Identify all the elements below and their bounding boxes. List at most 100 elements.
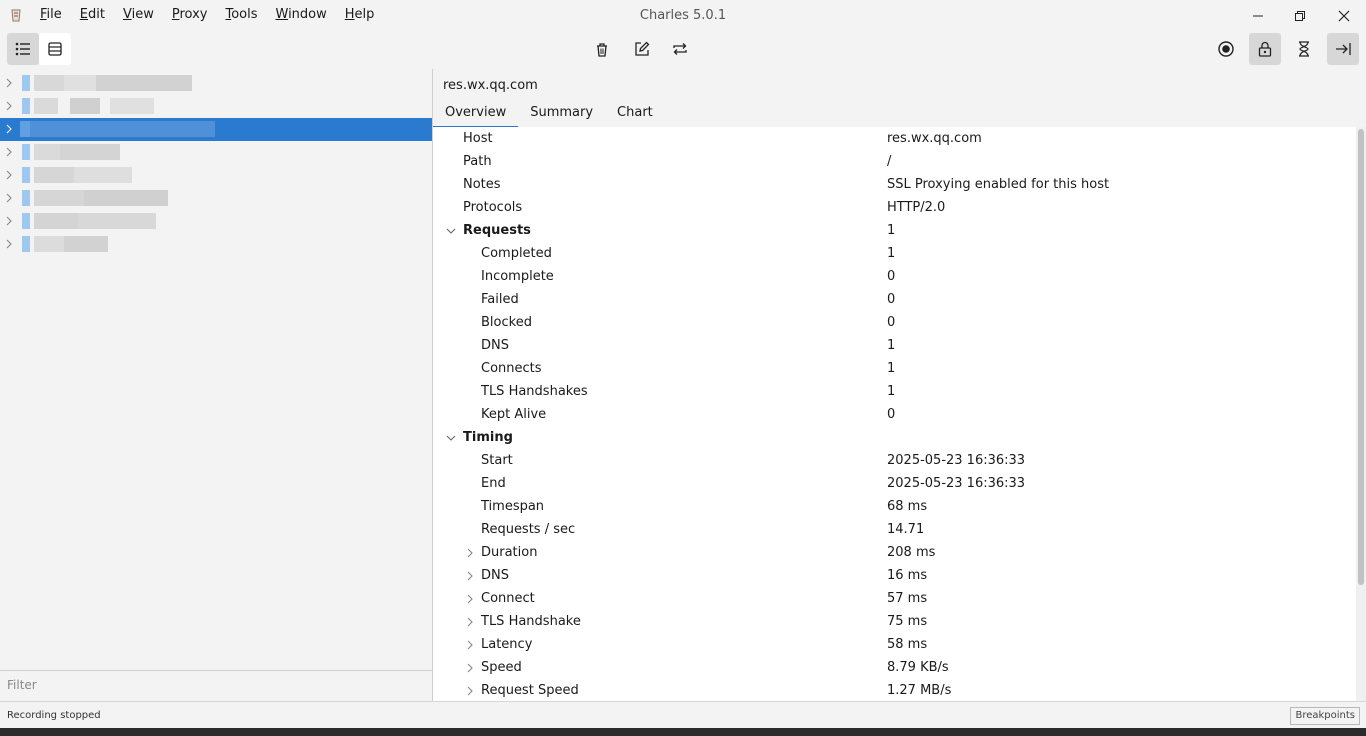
expand-chevron-icon[interactable] [4,215,14,227]
row-value: 75 ms [887,614,928,629]
overview-row: DNS 1 [433,335,1356,358]
menu-edit[interactable]: Edit [80,7,105,22]
trash-icon [597,42,607,57]
minimize-icon [1253,15,1263,16]
collapse-panel-button[interactable] [1327,33,1359,65]
close-button[interactable] [1322,0,1366,31]
overview-table: Host res.wx.qq.com Path / Notes SSL Proxying … [433,127,1356,701]
throttle-hourglass-icon [1299,41,1309,57]
expand-chevron-icon[interactable] [4,100,14,112]
redacted-host-block [22,236,30,252]
close-icon [1338,10,1350,21]
menu-proxy[interactable]: Proxy [172,7,208,22]
redacted-host-block [110,98,154,114]
menu-help[interactable]: Help [345,7,375,22]
row-value: 1.27 MB/s [887,683,952,698]
os-taskbar [0,728,1366,736]
expand-chevron-icon[interactable] [465,571,475,581]
row-label: Host [463,131,493,146]
menu-mnemonic: V [122,7,132,22]
tree-host-row[interactable] [0,72,432,95]
row-label: TLS Handshake [481,614,581,629]
clear-session-button[interactable] [586,33,618,65]
vertical-scrollbar[interactable] [1356,127,1366,701]
row-value: 1 [887,223,896,238]
row-value: 57 ms [887,591,928,606]
overview-row: DNS 16 ms [433,565,1356,588]
overview-row: Failed 0 [433,289,1356,312]
row-label: Requests / sec [481,522,576,537]
expand-chevron-icon[interactable] [4,192,14,204]
row-value: 58 ms [887,637,928,652]
tab-overview[interactable]: Overview [433,102,519,128]
tree-host-row[interactable] [0,118,432,141]
restore-button[interactable] [1278,0,1322,31]
collapse-chevron-icon[interactable] [446,226,456,236]
expand-chevron-icon[interactable] [4,238,14,250]
row-label: Request Speed [481,683,579,698]
row-label: Completed [481,246,552,261]
minimize-button[interactable] [1236,0,1280,31]
expand-chevron-icon[interactable] [4,123,14,135]
menu-tools[interactable]: Tools [225,7,257,22]
overview-row: Kept Alive 0 [433,404,1356,427]
overview-row: Connect 57 ms [433,588,1356,611]
row-value: HTTP/2.0 [887,200,946,215]
menu-window[interactable]: Window [275,7,326,22]
row-value: 0 [887,269,896,284]
breakpoints-button[interactable]: Breakpoints [1290,707,1360,725]
tree-host-row[interactable] [0,164,432,187]
row-label: Latency [481,637,533,652]
filter-field[interactable]: Filter [0,670,432,701]
throttle-button[interactable] [1288,33,1320,65]
expand-chevron-icon[interactable] [465,617,475,627]
structure-view-button[interactable] [7,33,39,65]
edit-button[interactable] [626,33,658,65]
structure-view-icon [15,42,30,56]
expand-chevron-icon[interactable] [465,594,475,604]
redacted-host-block [78,213,156,229]
overview-row: Path / [433,151,1356,174]
structure-tree [0,69,432,701]
expand-chevron-icon[interactable] [465,548,475,558]
row-label: Kept Alive [481,407,547,422]
row-label: Path [463,154,492,169]
ssl-proxying-button[interactable] [1249,33,1281,65]
detail-pane: res.wx.qq.com Overview Summary Chart Host r… [433,69,1366,701]
redacted-host-block [64,236,108,252]
row-value: 1 [887,246,896,261]
collapse-chevron-icon[interactable] [446,433,456,443]
row-value: 14.71 [887,522,925,537]
menu-file[interactable]: File [40,7,62,22]
repeat-button[interactable] [664,33,696,65]
expand-chevron-icon[interactable] [4,77,14,89]
redacted-host-block [74,167,132,183]
title-bar: File Edit View Proxy Tools Window Help Charles… [0,0,1366,31]
expand-chevron-icon[interactable] [465,663,475,673]
record-button[interactable] [1210,33,1242,65]
menu-label-rest: elp [354,7,375,22]
tree-host-row[interactable] [0,187,432,210]
expand-chevron-icon[interactable] [465,640,475,650]
tree-host-row[interactable] [0,210,432,233]
sequence-view-button[interactable] [39,33,71,65]
menu-label-rest: indow [288,7,327,22]
tab-chart[interactable]: Chart [605,102,665,126]
tab-summary[interactable]: Summary [518,102,605,126]
overview-row: Blocked 0 [433,312,1356,335]
status-text: Recording stopped [7,710,101,721]
expand-chevron-icon[interactable] [4,146,14,158]
tree-host-row[interactable] [0,233,432,256]
redacted-host-block [20,121,30,137]
tree-host-row[interactable] [0,95,432,118]
tree-host-row[interactable] [0,141,432,164]
scrollbar-thumb[interactable] [1358,129,1364,585]
redacted-host-block [96,75,192,91]
overview-row: Timing [433,427,1356,450]
menu-label-rest: iew [131,7,154,22]
expand-chevron-icon[interactable] [4,169,14,181]
menu-view[interactable]: View [123,7,154,22]
menu-label-rest: dit [88,7,105,22]
status-bar: Recording stopped Breakpoints [0,701,1366,729]
expand-chevron-icon[interactable] [465,686,475,696]
